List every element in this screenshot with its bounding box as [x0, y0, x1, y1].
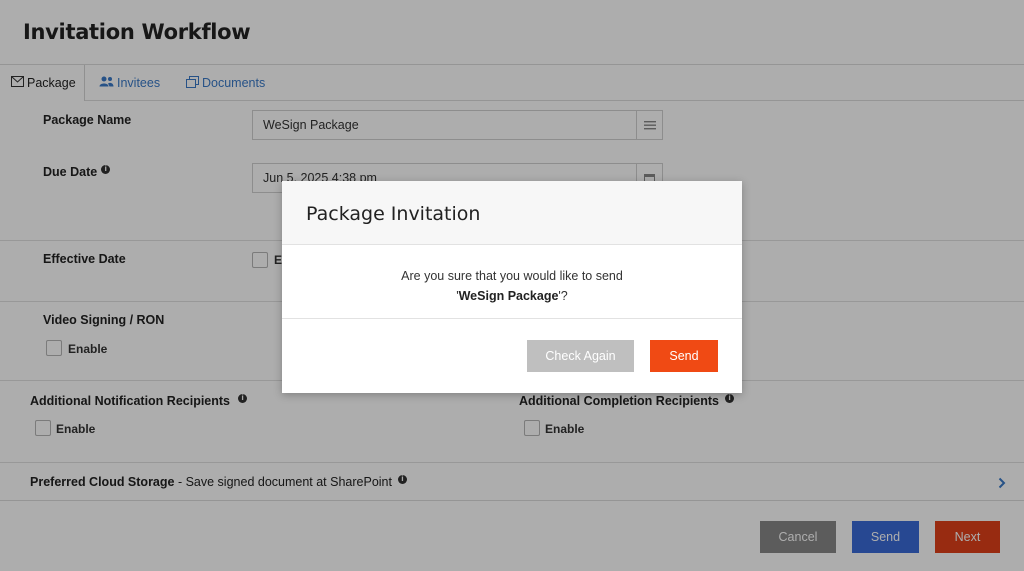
modal-send-button[interactable]: Send	[650, 340, 718, 372]
check-again-button[interactable]: Check Again	[527, 340, 634, 372]
modal-message: Are you sure that you would like to send	[401, 269, 623, 283]
quote-close: '?	[558, 289, 568, 303]
modal-header: Package Invitation	[282, 181, 742, 245]
modal-package-name-line: 'WeSign Package'?	[282, 289, 742, 303]
package-invitation-dialog: Package Invitation Are you sure that you…	[282, 181, 742, 393]
modal-body: Are you sure that you would like to send…	[282, 246, 742, 319]
modal-package-name: WeSign Package	[458, 289, 559, 303]
modal-title: Package Invitation	[306, 203, 481, 225]
